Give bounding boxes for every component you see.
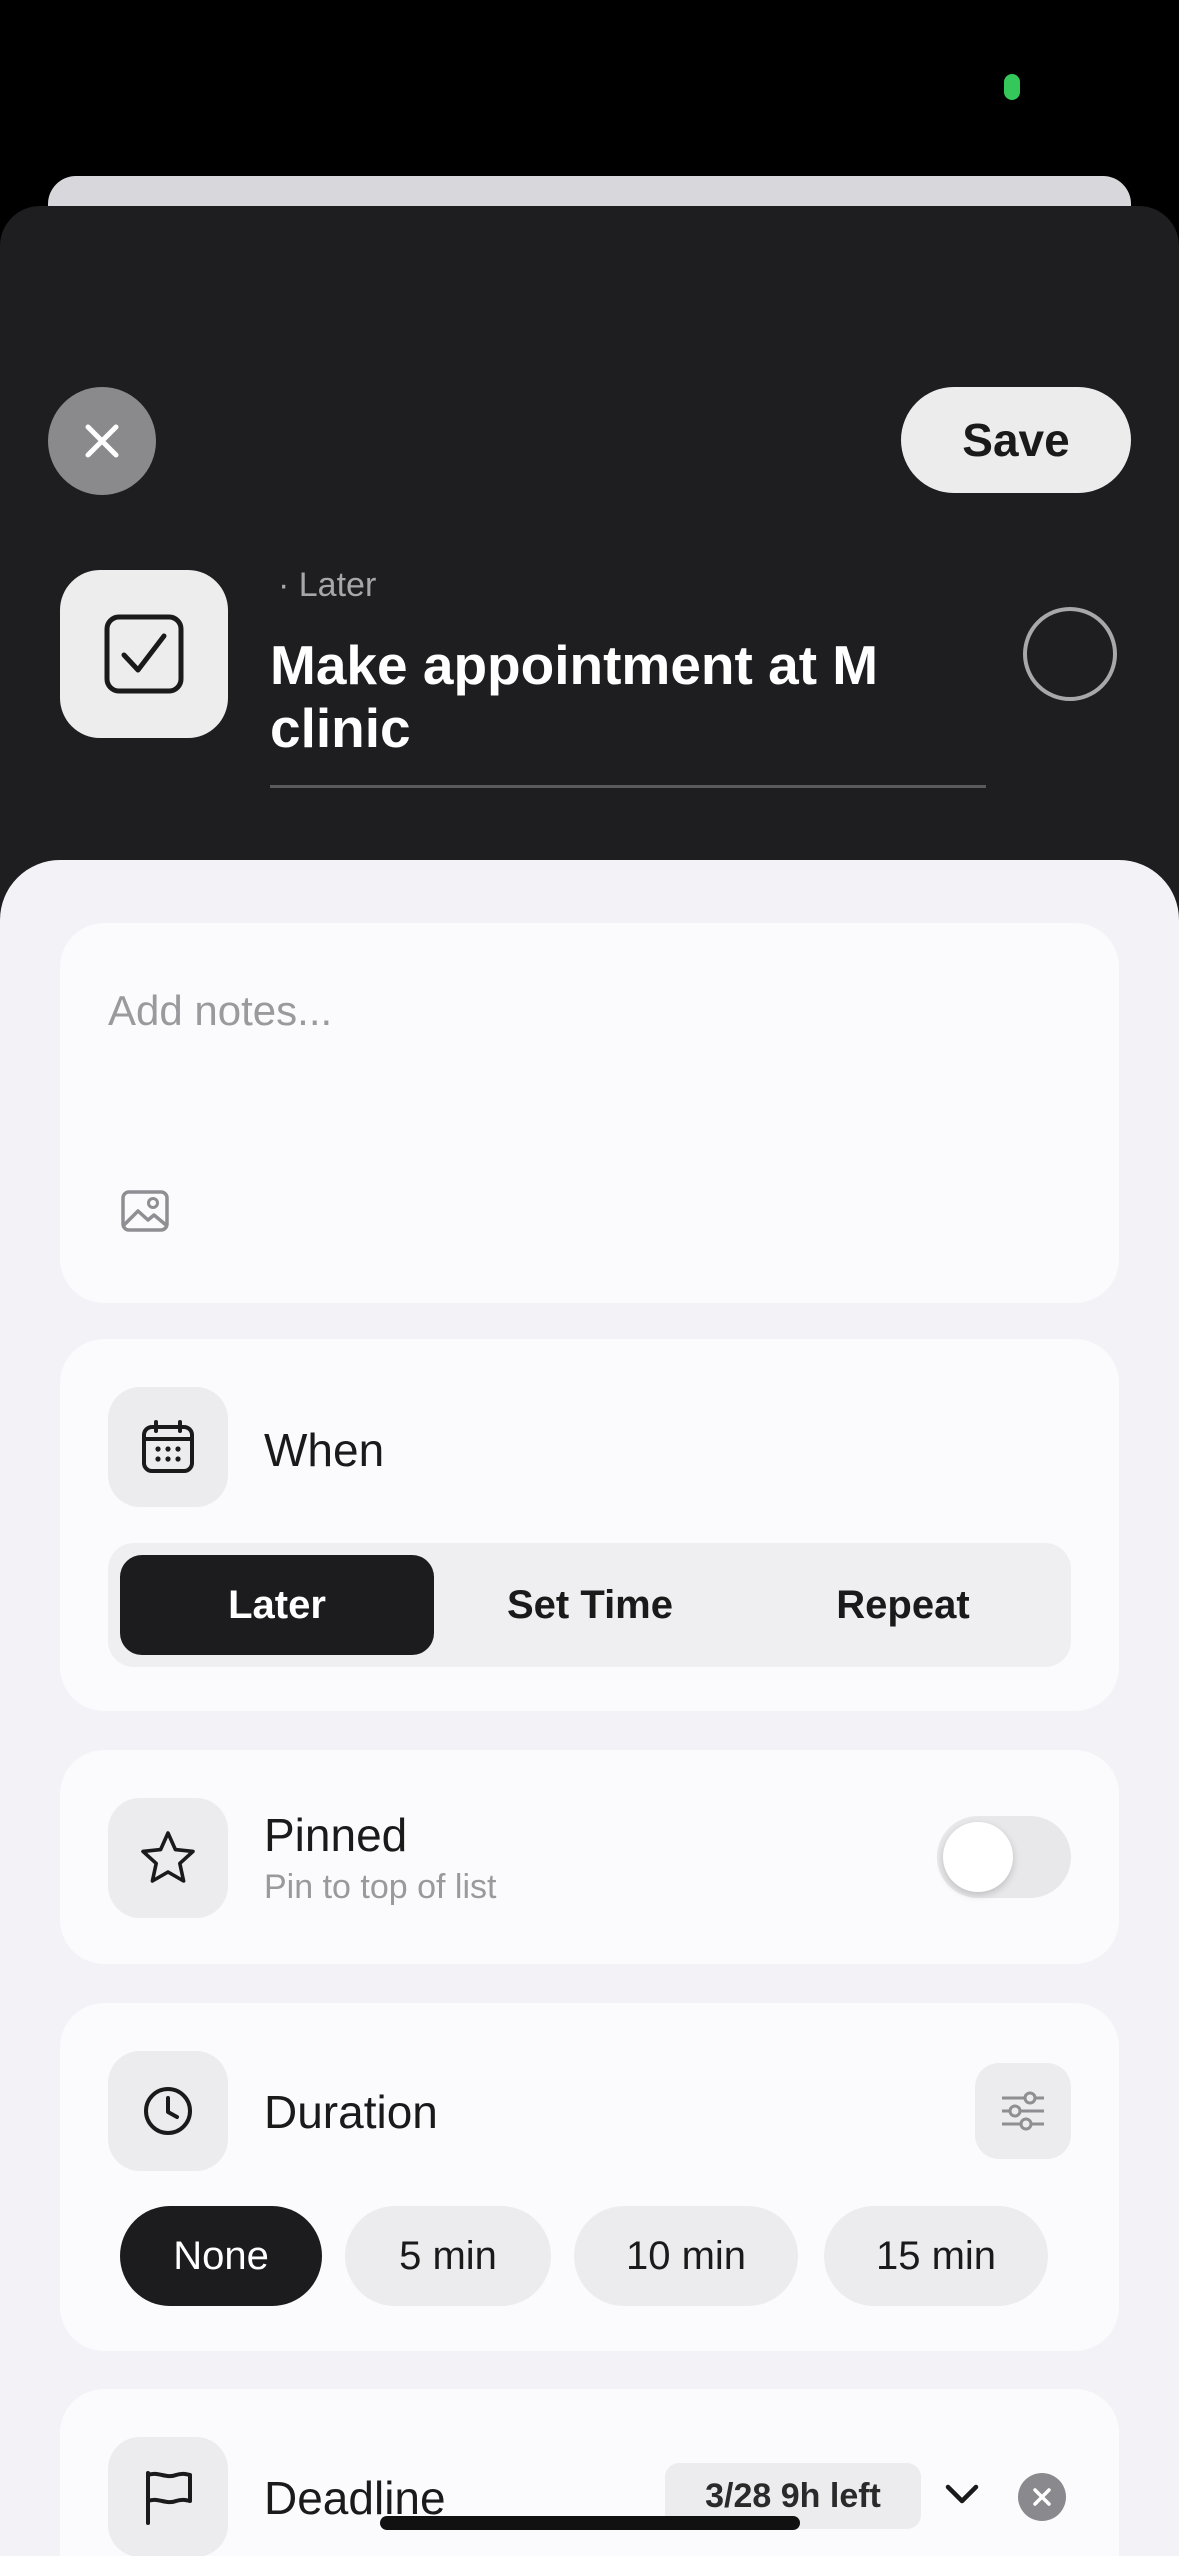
toggle-knob [943,1822,1013,1892]
pinned-title: Pinned [264,1809,408,1861]
close-button[interactable] [48,387,156,495]
home-indicator[interactable] [380,2516,800,2530]
when-icon-tile [108,1387,228,1507]
deadline-card: Deadline 3/28 9h left [60,2389,1119,2556]
pinned-subtitle: Pin to top of list [264,1868,497,1906]
calendar-icon [142,1420,194,1473]
when-option-set-time[interactable]: Set Time [433,1555,747,1655]
star-icon [141,1831,195,1883]
title-underline [270,785,986,788]
complete-task-circle[interactable] [1023,607,1117,701]
image-icon[interactable] [120,1189,170,1233]
screen: Save · Later Make appointment at M clini… [0,0,1179,2556]
pinned-icon-tile [108,1798,228,1918]
sliders-icon [1002,2091,1044,2131]
when-option-repeat[interactable]: Repeat [746,1555,1060,1655]
duration-option-5-min[interactable]: 5 min [345,2206,551,2306]
checkbox-icon [104,614,184,694]
save-button[interactable]: Save [901,387,1131,493]
when-card: When Later Set Time Repeat [60,1339,1119,1711]
task-title-input[interactable]: Make appointment at M clinic [270,634,986,760]
when-title: When [264,1424,385,1476]
chevron-down-icon[interactable] [942,2479,982,2509]
clock-icon [144,2087,192,2135]
close-icon [85,424,119,458]
deadline-icon-tile [108,2437,228,2556]
duration-card: Duration None 5 min 10 min 15 min [60,2003,1119,2351]
clear-deadline-button[interactable] [1018,2473,1066,2521]
duration-option-15-min[interactable]: 15 min [824,2206,1048,2306]
notes-input[interactable]: Add notes... [108,987,332,1035]
flag-icon [146,2471,192,2525]
pinned-card: Pinned Pin to top of list [60,1750,1119,1964]
status-indicator-dot [1004,74,1020,100]
when-option-later[interactable]: Later [120,1555,434,1655]
task-type-tile[interactable] [60,570,228,738]
close-icon [1033,2488,1051,2506]
pinned-toggle[interactable] [937,1816,1071,1898]
duration-settings-button[interactable] [975,2063,1071,2159]
duration-title: Duration [264,2086,438,2138]
duration-option-10-min[interactable]: 10 min [574,2206,798,2306]
duration-icon-tile [108,2051,228,2171]
duration-option-none[interactable]: None [120,2206,322,2306]
when-segmented-control: Later Set Time Repeat [108,1543,1071,1667]
task-schedule-label: · Later [278,566,377,604]
notes-card[interactable]: Add notes... [60,923,1119,1303]
